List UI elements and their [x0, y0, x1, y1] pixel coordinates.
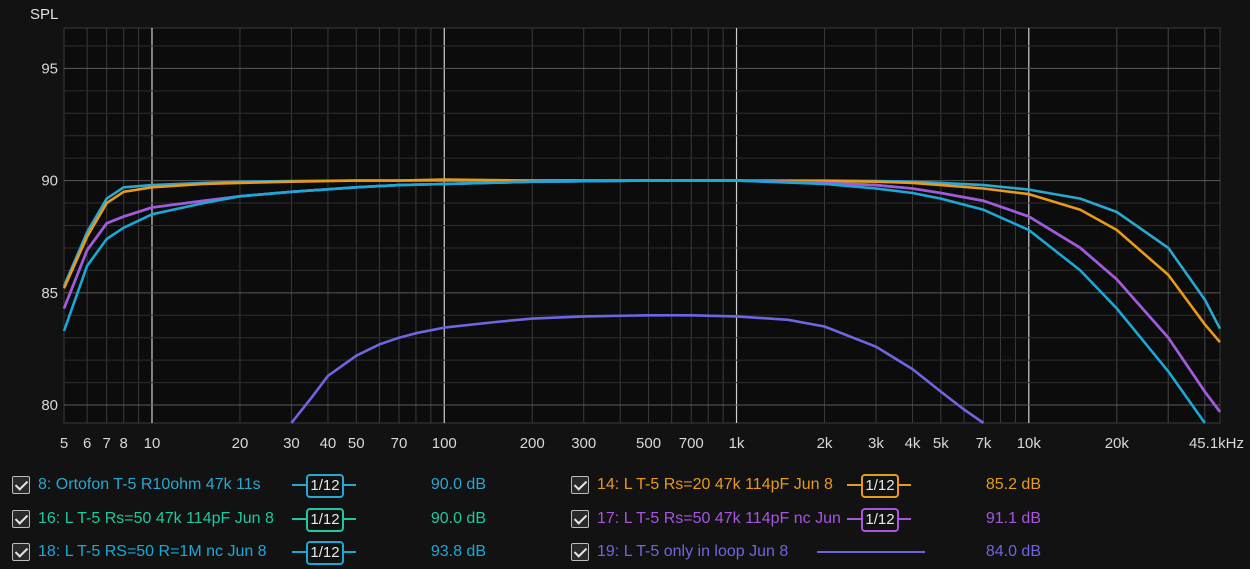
legend-item-17[interactable]: 17: L T-5 Rs=50 47k 114pF nc Jun 8 1/12 … [571, 504, 1041, 534]
legend-label[interactable]: 19: L T-5 only in loop Jun 8 [597, 543, 845, 561]
legend-item-18[interactable]: 18: L T-5 RS=50 R=1M nc Jun 8 1/12 93.8 … [12, 537, 486, 567]
visibility-checkbox[interactable] [12, 510, 30, 528]
visibility-checkbox[interactable] [571, 476, 589, 494]
smoothing-control[interactable]: 1/12 [292, 541, 356, 565]
x-tick-label: 1k [729, 435, 745, 452]
x-tick-label: 5k [933, 435, 949, 452]
x-tick-label: 7 [103, 435, 111, 452]
x-tick-label: 300 [571, 435, 596, 452]
x-tick-label: 20 [232, 435, 249, 452]
visibility-checkbox[interactable] [571, 510, 589, 528]
legend-item-19[interactable]: 19: L T-5 only in loop Jun 8 84.0 dB [571, 537, 1041, 567]
legend-item-8[interactable]: 8: Ortofon T-5 R10ohm 47k 11s 1/12 90.0 … [12, 470, 486, 500]
x-tick-label: 3k [868, 435, 884, 452]
legend-level: 85.2 dB [985, 476, 1041, 493]
y-tick-label: 80 [41, 397, 58, 414]
legend-label[interactable]: 14: L T-5 Rs=20 47k 114pF Jun 8 [597, 476, 845, 494]
x-tick-label: 6 [83, 435, 91, 452]
visibility-checkbox[interactable] [12, 543, 30, 561]
y-axis-label: SPL [30, 6, 58, 23]
x-tick-label: 500 [636, 435, 661, 452]
x-tick-label: 700 [679, 435, 704, 452]
x-tick-label: 20k [1105, 435, 1130, 452]
legend-item-14[interactable]: 14: L T-5 Rs=20 47k 114pF Jun 8 1/12 85.… [571, 470, 1041, 500]
x-tick-label: 40 [320, 435, 337, 452]
x-tick-label: 4k [905, 435, 921, 452]
x-tick-label: 10 [144, 435, 161, 452]
smoothing-control[interactable]: 1/12 [292, 474, 356, 498]
x-tick-label: 7k [976, 435, 992, 452]
y-tick-label: 90 [41, 173, 58, 190]
legend-level: 84.0 dB [985, 543, 1041, 560]
legend-item-16[interactable]: 16: L T-5 Rs=50 47k 114pF Jun 8 1/12 90.… [12, 504, 486, 534]
smoothing-control[interactable]: 1/12 [847, 474, 911, 498]
visibility-checkbox[interactable] [12, 476, 30, 494]
x-tick-label: 200 [520, 435, 545, 452]
x-tick-label: 50 [348, 435, 365, 452]
legend-level: 90.0 dB [430, 510, 486, 527]
spl-chart: 80 85 90 95 5 6 7 8 10 20 30 40 50 70 100 200 300 500 700… [30, 6, 1244, 452]
visibility-checkbox[interactable] [571, 543, 589, 561]
x-tick-label: 30 [283, 435, 300, 452]
x-tick-label: 70 [391, 435, 408, 452]
series-line-sample [817, 541, 925, 563]
legend-label[interactable]: 16: L T-5 Rs=50 47k 114pF Jun 8 [38, 510, 290, 528]
legend-level: 90.0 dB [430, 476, 486, 493]
legend-label[interactable]: 18: L T-5 RS=50 R=1M nc Jun 8 [38, 543, 290, 561]
x-tick-label: 2k [817, 435, 833, 452]
x-tick-label: 8 [119, 435, 127, 452]
legend-level: 91.1 dB [985, 510, 1041, 527]
x-tick-label: 5 [60, 435, 68, 452]
legend: 8: Ortofon T-5 R10ohm 47k 11s 1/12 90.0 … [0, 466, 1250, 569]
x-tick-label: 100 [432, 435, 457, 452]
smoothing-control[interactable]: 1/12 [292, 508, 356, 532]
legend-label[interactable]: 17: L T-5 Rs=50 47k 114pF nc Jun 8 [597, 510, 845, 528]
legend-label[interactable]: 8: Ortofon T-5 R10ohm 47k 11s [38, 476, 290, 494]
x-tick-label: 10k [1017, 435, 1042, 452]
legend-level: 93.8 dB [430, 543, 486, 560]
x-tick-label: 45.1kHz [1189, 435, 1244, 452]
y-tick-label: 85 [41, 285, 58, 302]
y-tick-label: 95 [41, 60, 58, 77]
smoothing-control[interactable]: 1/12 [847, 508, 911, 532]
